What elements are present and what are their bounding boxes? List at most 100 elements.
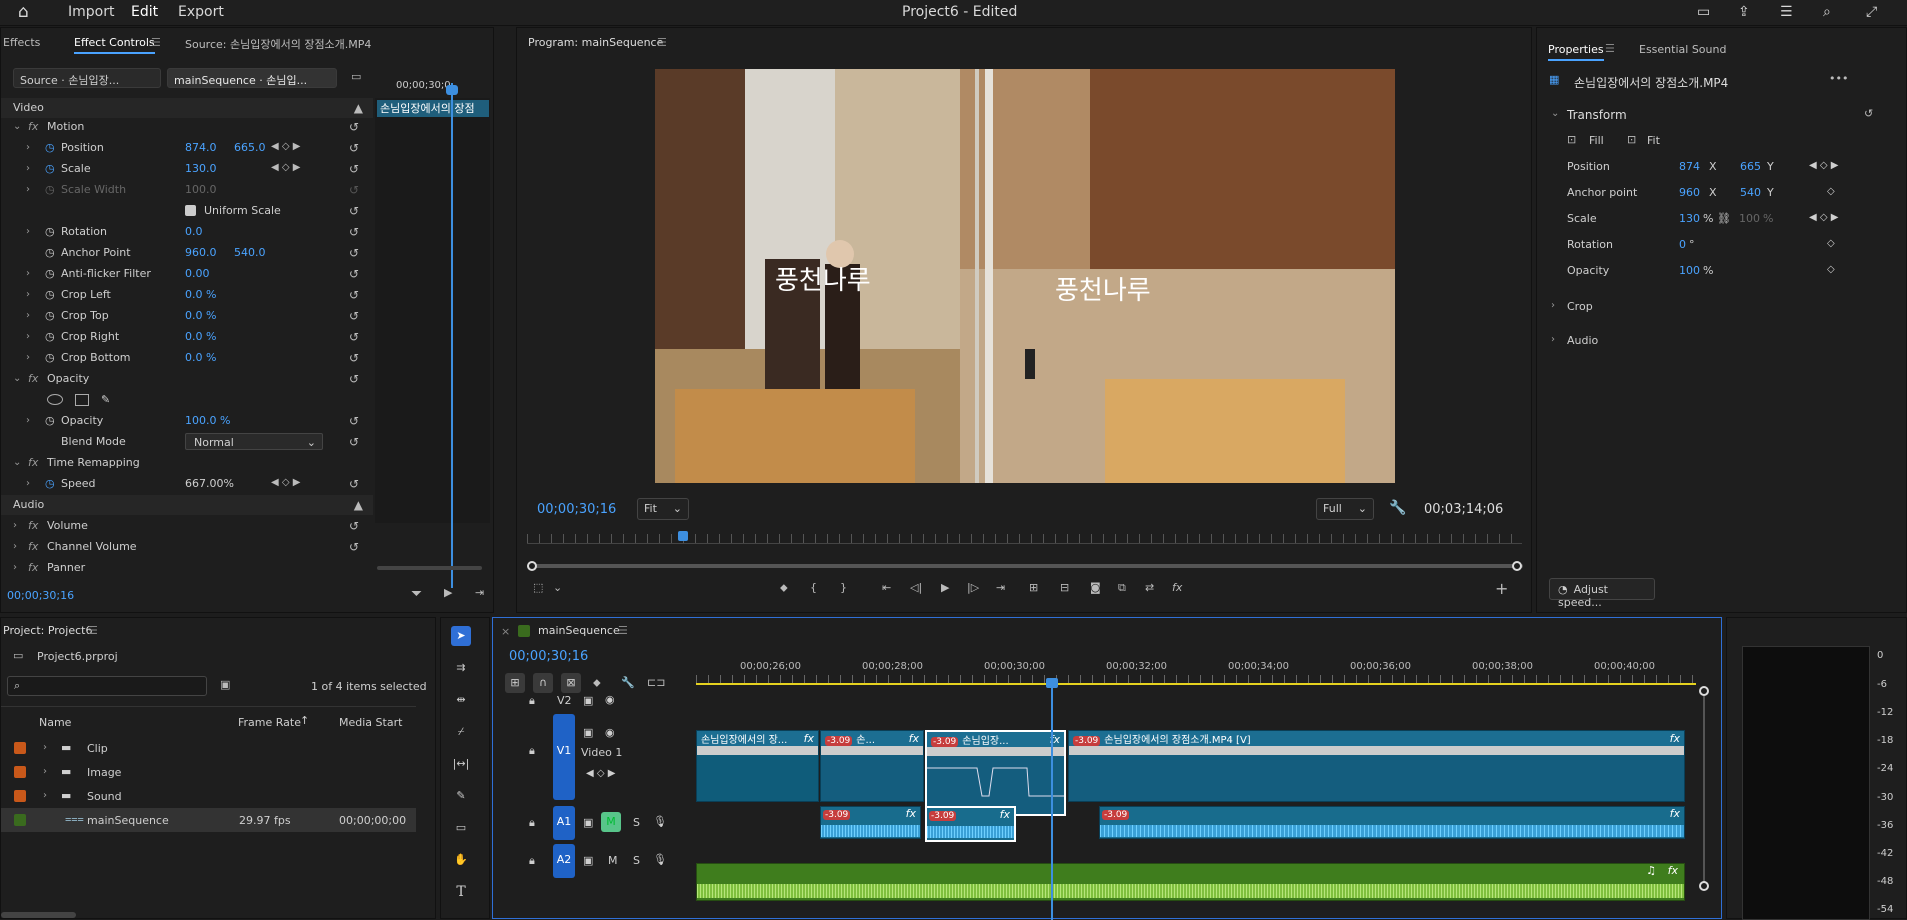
effect-time-remapping[interactable]: ⌄ fx Time Remapping bbox=[1, 453, 371, 473]
prop-speed[interactable]: › ◷ Speed 667.00% ◀ ◇ ▶ ↺ bbox=[1, 474, 371, 494]
lift-icon[interactable]: ⊞ bbox=[1029, 581, 1038, 594]
scroll-handle-left[interactable] bbox=[527, 561, 537, 571]
program-timecode[interactable]: 00;00;30;16 bbox=[537, 502, 616, 517]
track-select-icon[interactable]: ⇉ bbox=[451, 658, 471, 678]
toggle-timeline-icon[interactable]: ▭ bbox=[351, 70, 361, 83]
track-name-video1[interactable]: Video 1 bbox=[581, 746, 622, 759]
home-icon[interactable]: ⌂ bbox=[18, 2, 29, 22]
prop-rotation[interactable]: › ◷ Rotation 0.0 ↺ bbox=[1, 222, 371, 242]
menu-import[interactable]: Import bbox=[68, 4, 114, 20]
add-button-icon[interactable]: + bbox=[1495, 579, 1508, 598]
prop-crop-top[interactable]: › ◷ Crop Top 0.0 % ↺ bbox=[1, 306, 371, 326]
zoom-scrollbar[interactable] bbox=[377, 566, 482, 570]
proxy-icon[interactable]: ⇄ bbox=[1145, 581, 1154, 594]
solo-button[interactable]: S bbox=[633, 854, 640, 867]
new-bin-icon[interactable]: ▣ bbox=[220, 678, 230, 691]
video-clip[interactable]: -3.09 손님입장에서의 장점소개.MP4 [V] fx bbox=[1068, 730, 1685, 802]
safe-margins-icon[interactable]: ⬚ bbox=[533, 581, 543, 594]
tab-effects[interactable]: Effects bbox=[3, 36, 40, 49]
film-icon[interactable]: ▣ bbox=[583, 726, 593, 739]
audio-clip-selected[interactable]: -3.09 fx bbox=[925, 806, 1016, 842]
film-icon[interactable]: ▣ bbox=[583, 854, 593, 867]
lock-icon[interactable]: 🔒︎ bbox=[529, 854, 535, 868]
bin-row[interactable]: › ▬ Image bbox=[1, 760, 416, 784]
prop-uniform-scale[interactable]: Uniform Scale ↺ bbox=[1, 201, 371, 221]
program-title[interactable]: Program: mainSequence bbox=[528, 36, 663, 49]
playhead-handle[interactable] bbox=[446, 85, 458, 95]
mic-icon[interactable]: 🎙︎ bbox=[653, 853, 667, 866]
section-crop[interactable]: Crop bbox=[1567, 300, 1593, 313]
menu-export[interactable]: Export bbox=[178, 4, 224, 20]
panel-menu-icon[interactable]: ☰ bbox=[88, 624, 98, 637]
source-clip-button[interactable]: Source · 손님입장... bbox=[13, 68, 161, 88]
camera-icon[interactable]: ◙ bbox=[1090, 581, 1101, 594]
play-icon[interactable]: ▶ bbox=[941, 581, 949, 594]
type-tool-icon[interactable]: T bbox=[451, 882, 471, 902]
vscroll-handle[interactable] bbox=[1699, 881, 1709, 891]
mark-in-icon[interactable]: { bbox=[810, 581, 817, 594]
more-icon[interactable]: ••• bbox=[1829, 72, 1848, 85]
slip-icon[interactable]: |↔| bbox=[451, 754, 471, 774]
blend-mode-select[interactable]: Normal ⌄ bbox=[185, 433, 323, 450]
project-title[interactable]: Project: Project6 bbox=[3, 624, 92, 637]
fit-button[interactable]: Fit bbox=[1647, 134, 1660, 147]
tab-source[interactable]: Source: 손님입장에서의 장점소개.MP4 bbox=[185, 36, 371, 52]
section-audio[interactable]: Audio bbox=[1567, 334, 1598, 347]
target-a2[interactable]: A2 bbox=[553, 844, 575, 878]
playhead[interactable] bbox=[451, 83, 453, 588]
effect-volume[interactable]: › fx Volume ↺ bbox=[1, 516, 371, 536]
program-scrollbar[interactable] bbox=[527, 564, 1523, 568]
fullscreen-icon[interactable]: ⤢ bbox=[1866, 4, 1877, 20]
prop-antiflicker[interactable]: › ◷ Anti-flicker Filter 0.00 ↺ bbox=[1, 264, 371, 284]
target-a1[interactable]: A1 bbox=[553, 806, 575, 840]
prop-blend-mode[interactable]: Blend Mode Normal ⌄ ↺ bbox=[1, 432, 371, 452]
reset-transform-icon[interactable]: ↺ bbox=[1864, 107, 1873, 120]
col-frame-rate[interactable]: Frame Rate bbox=[238, 716, 301, 729]
audio-clip[interactable]: -3.09 fx bbox=[820, 806, 921, 839]
col-media-start[interactable]: Media Start bbox=[339, 716, 402, 729]
effect-channel-volume[interactable]: › fx Channel Volume ↺ bbox=[1, 537, 371, 557]
close-icon[interactable]: × bbox=[501, 625, 510, 638]
scroll-handle-right[interactable] bbox=[1512, 561, 1522, 571]
mic-icon[interactable]: 🎙︎ bbox=[653, 815, 667, 828]
position-x-value[interactable]: 874.0 bbox=[185, 141, 217, 154]
fill-button[interactable]: Fill bbox=[1589, 134, 1604, 147]
timeline-settings-icon[interactable]: 🔧 bbox=[621, 676, 635, 689]
fx-icon[interactable]: fx bbox=[1172, 581, 1182, 594]
prop-scale[interactable]: › ◷ Scale 130.0 ◀ ◇ ▶ ↺ bbox=[1, 159, 371, 179]
menu-icon[interactable]: ☰ bbox=[1780, 4, 1793, 20]
resolution-select[interactable]: Full ⌄ bbox=[1316, 498, 1374, 520]
settings-chevron-icon[interactable]: ⌄ bbox=[553, 581, 562, 594]
tab-essential-sound[interactable]: Essential Sound bbox=[1639, 43, 1726, 56]
audio-clip[interactable]: -3.09 fx bbox=[1099, 806, 1685, 839]
prop-opacity[interactable]: › ◷ Opacity 100.0 % ↺ bbox=[1, 411, 371, 431]
bin-row[interactable]: › ▬ Sound bbox=[1, 784, 416, 808]
mute-button[interactable]: M bbox=[601, 812, 621, 832]
adjust-speed-button[interactable]: ◔ Adjust speed... bbox=[1549, 578, 1655, 609]
timeline-playhead[interactable] bbox=[1051, 680, 1053, 920]
vscroll-handle[interactable] bbox=[1699, 686, 1709, 696]
marker-icon[interactable]: ⬥ bbox=[780, 581, 788, 595]
program-playhead[interactable] bbox=[678, 531, 688, 541]
export-icon[interactable]: ⇥ bbox=[475, 586, 484, 599]
video-clip[interactable]: -3.09 손... fx bbox=[820, 730, 924, 802]
bin-row[interactable]: › ▬ Clip bbox=[1, 736, 416, 760]
step-forward-icon[interactable]: |▷ bbox=[967, 581, 979, 594]
prop-opacity-row[interactable]: Opacity 100% ◇ bbox=[1567, 264, 1897, 284]
add-marker-icon[interactable]: ⬥ bbox=[593, 676, 601, 690]
film-icon[interactable]: ▣ bbox=[583, 816, 593, 829]
filter-icon[interactable]: ⏷ bbox=[411, 586, 422, 602]
search-input[interactable]: ⌕ bbox=[7, 676, 207, 696]
pen-tool-icon[interactable]: ✎ bbox=[451, 786, 471, 806]
eye-icon[interactable]: ◉ bbox=[605, 693, 615, 706]
search-icon[interactable]: ⌕ bbox=[1823, 4, 1831, 20]
zoom-fit-select[interactable]: Fit ⌄ bbox=[637, 498, 689, 520]
film-icon[interactable]: ▣ bbox=[583, 694, 593, 707]
layout-icon[interactable]: ▭ bbox=[1697, 4, 1710, 20]
play-audio-icon[interactable]: ▶ bbox=[444, 586, 452, 599]
prop-crop-left[interactable]: › ◷ Crop Left 0.0 % ↺ bbox=[1, 285, 371, 305]
lock-icon[interactable]: 🔒︎ bbox=[529, 744, 535, 758]
current-timecode[interactable]: 00;00;30;16 bbox=[7, 589, 74, 602]
ripple-edit-icon[interactable]: ⇹ bbox=[451, 690, 471, 710]
prop-rotation-row[interactable]: Rotation 0 ° ◇ bbox=[1567, 238, 1897, 258]
